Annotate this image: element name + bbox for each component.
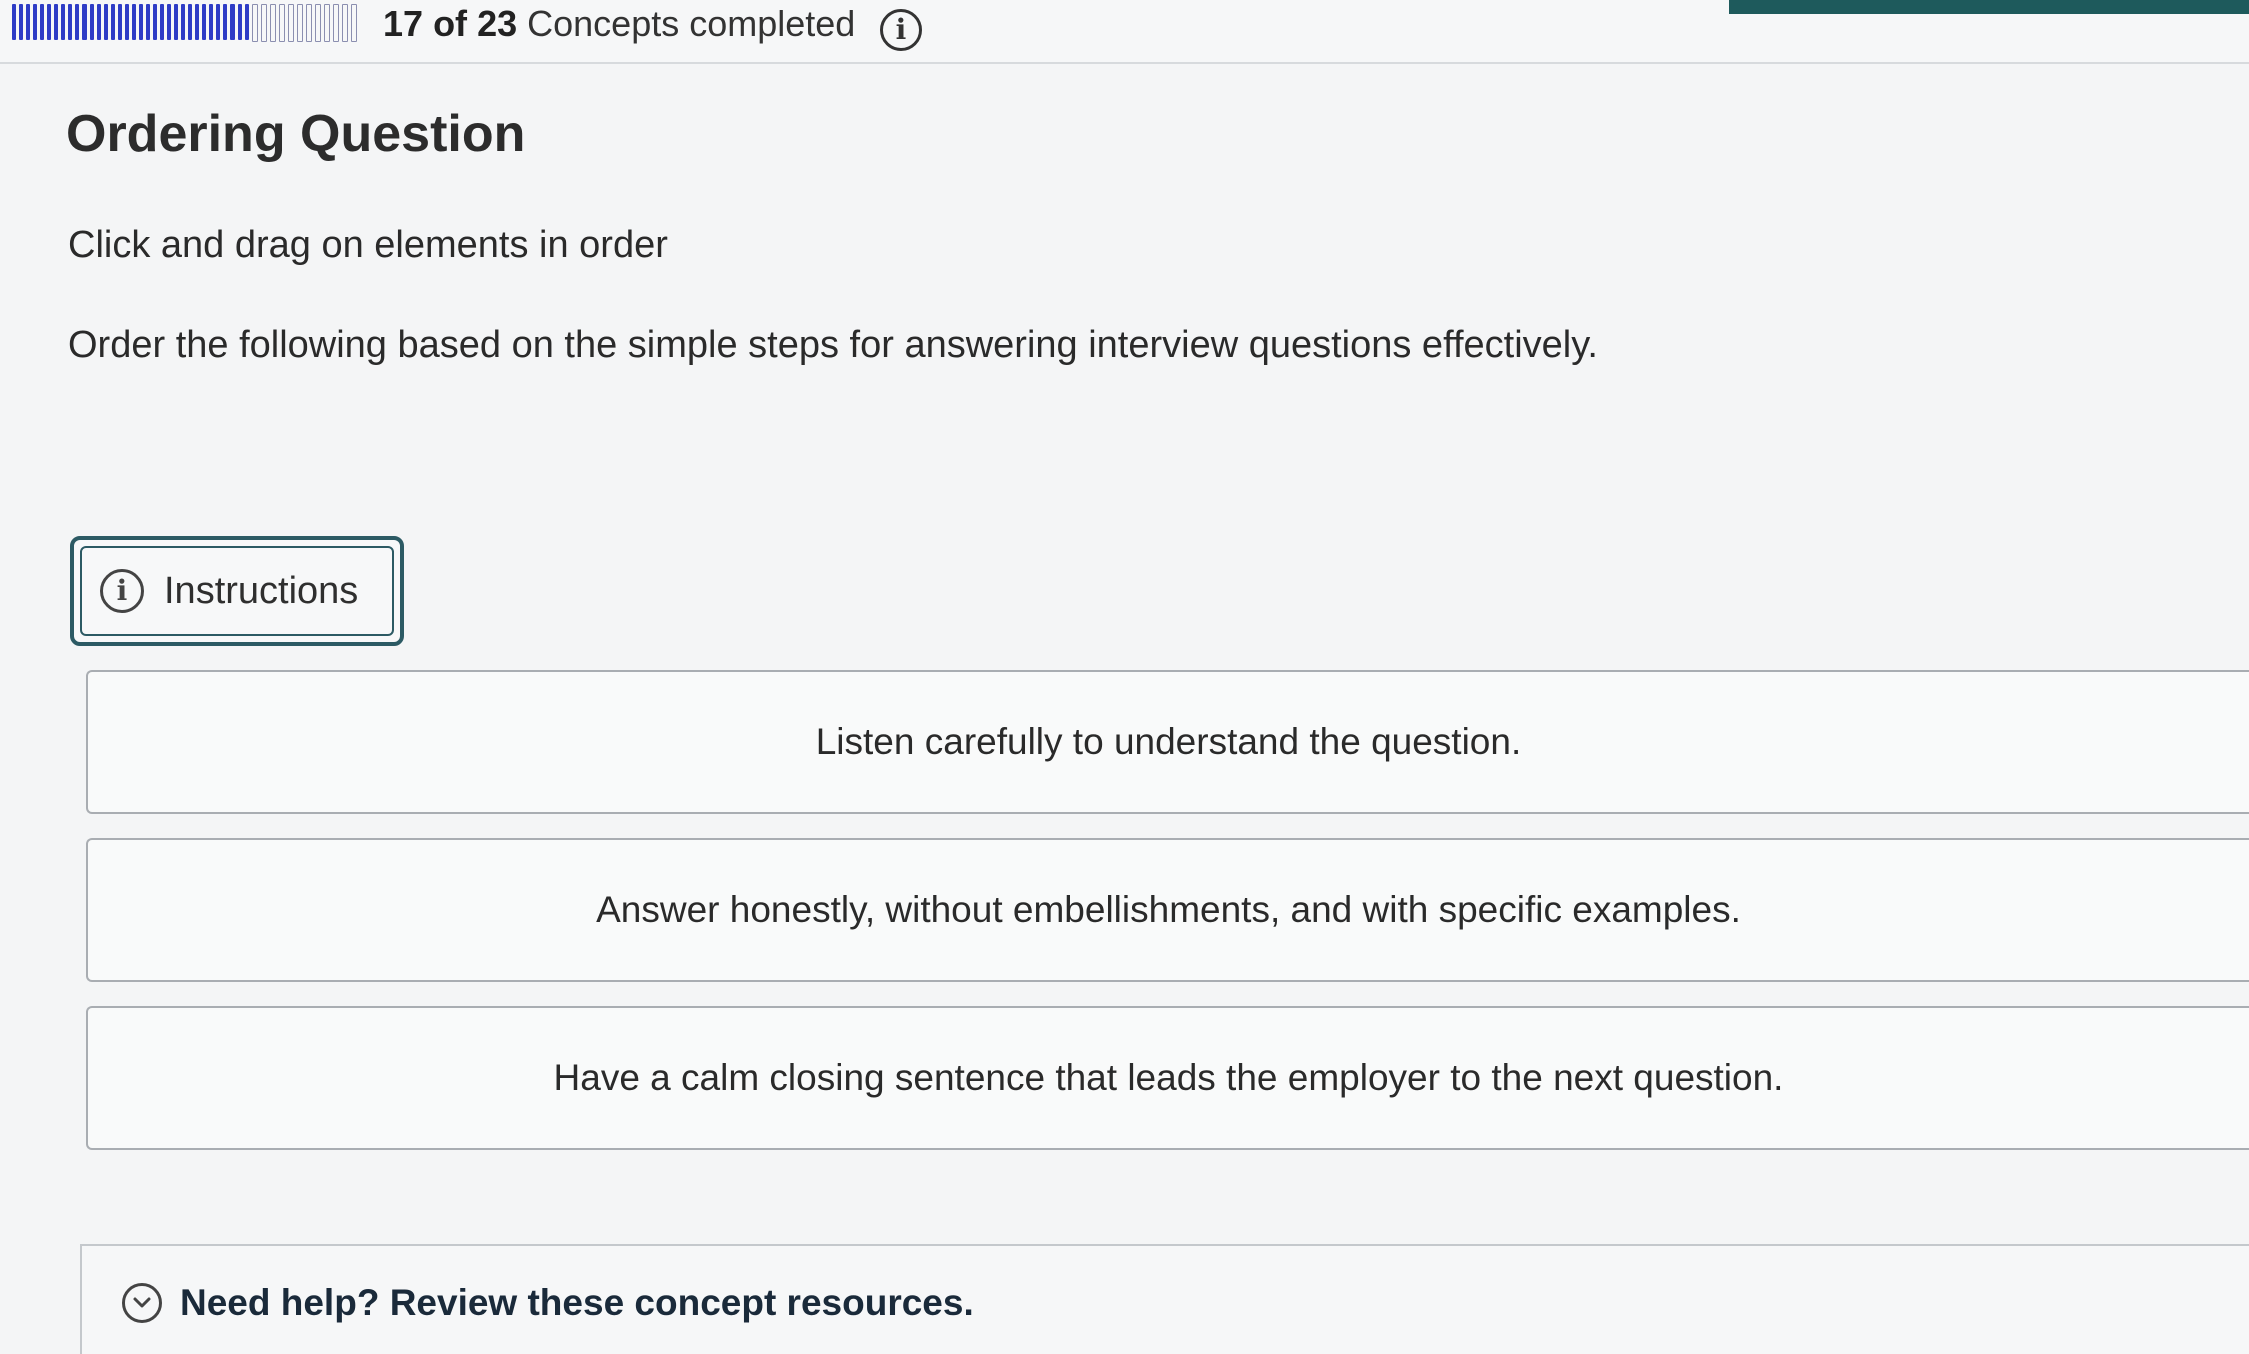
progress-completed: 17 xyxy=(383,3,424,44)
order-item-text: Have a calm closing sentence that leads … xyxy=(553,1057,1784,1098)
progress-segment-filled xyxy=(188,4,193,40)
progress-segment-filled xyxy=(181,4,186,40)
progress-segment-empty xyxy=(287,4,294,42)
progress-segment-filled xyxy=(202,4,207,40)
progress-segment-empty xyxy=(296,4,303,42)
progress-bar xyxy=(12,4,358,42)
info-icon: i xyxy=(100,569,144,613)
progress-segment-filled xyxy=(237,4,242,40)
draggable-order-item[interactable]: Have a calm closing sentence that leads … xyxy=(86,1006,2249,1150)
progress-segment-empty xyxy=(251,4,258,42)
chevron-down-icon xyxy=(122,1283,162,1323)
progress-segment-filled xyxy=(110,4,115,40)
progress-segment-filled xyxy=(216,4,221,40)
order-item-text: Answer honestly, without embellishments,… xyxy=(596,889,1741,930)
progress-segment-filled xyxy=(103,4,108,40)
instructions-button-inner[interactable]: i Instructions xyxy=(80,546,394,636)
draggable-order-item[interactable]: Listen carefully to understand the quest… xyxy=(86,670,2249,814)
info-icon[interactable]: i xyxy=(880,9,922,51)
progress-segment-empty xyxy=(351,4,358,42)
progress-segment-filled xyxy=(209,4,214,40)
progress-segment-filled xyxy=(167,4,172,40)
progress-segment-empty xyxy=(323,4,331,42)
progress-segment-empty xyxy=(278,4,285,42)
progress-segment-filled xyxy=(96,4,101,40)
ordering-question-page: 17 of 23 Concepts completed i Ordering Q… xyxy=(0,0,2249,1354)
progress-segment-filled xyxy=(89,4,94,40)
progress-segment-filled xyxy=(152,4,157,40)
progress-segment-filled xyxy=(117,4,122,40)
progress-segment-empty xyxy=(314,4,321,42)
question-prompt: Order the following based on the simple … xyxy=(68,324,1598,366)
progress-segment-empty xyxy=(305,4,312,42)
progress-segment-empty xyxy=(342,4,349,42)
progress-segment-filled xyxy=(145,4,150,40)
progress-segment-empty xyxy=(260,4,267,42)
progress-segment-filled xyxy=(138,4,143,40)
progress-segment-filled xyxy=(26,4,31,40)
progress-total: 23 xyxy=(477,3,518,44)
help-resources-toggle[interactable]: Need help? Review these concept resource… xyxy=(122,1282,974,1324)
progress-segment-filled xyxy=(61,4,66,40)
progress-segment-filled xyxy=(19,4,24,40)
ordering-list: Listen carefully to understand the quest… xyxy=(86,670,2249,1174)
progress-segment-filled xyxy=(12,4,17,40)
progress-segment-filled xyxy=(159,4,165,40)
progress-segment-filled xyxy=(244,4,249,40)
progress-segment-empty xyxy=(333,4,340,42)
progress-of: of xyxy=(433,3,468,44)
instructions-label: Instructions xyxy=(164,569,359,612)
top-accent-bar xyxy=(1729,0,2249,14)
progress-segment-filled xyxy=(223,4,228,40)
progress-suffix: Concepts completed xyxy=(527,3,856,44)
progress-segment-filled xyxy=(195,4,200,40)
progress-segment-filled xyxy=(54,4,59,40)
progress-segment-filled xyxy=(131,4,136,40)
progress-text: 17 of 23 Concepts completed xyxy=(383,2,855,46)
page-title: Ordering Question xyxy=(66,105,526,163)
progress-segment-filled xyxy=(82,4,87,40)
instructions-button[interactable]: i Instructions xyxy=(70,536,404,646)
progress-segment-filled xyxy=(124,4,129,40)
progress-segment-filled xyxy=(68,4,73,40)
progress-segment-filled xyxy=(230,4,235,40)
progress-segment-empty xyxy=(269,4,276,42)
help-resources-panel: Need help? Review these concept resource… xyxy=(80,1244,2249,1354)
progress-header: 17 of 23 Concepts completed i xyxy=(0,0,2249,64)
help-resources-label: Need help? Review these concept resource… xyxy=(180,1282,974,1323)
draggable-order-item[interactable]: Answer honestly, without embellishments,… xyxy=(86,838,2249,982)
order-item-text: Listen carefully to understand the quest… xyxy=(815,721,1522,762)
question-directions: Click and drag on elements in order xyxy=(68,224,668,266)
progress-segment-filled xyxy=(33,4,38,40)
progress-segment-filled xyxy=(47,4,52,40)
progress-segment-filled xyxy=(75,4,80,40)
progress-segment-filled xyxy=(40,4,45,40)
progress-segment-filled xyxy=(174,4,179,40)
